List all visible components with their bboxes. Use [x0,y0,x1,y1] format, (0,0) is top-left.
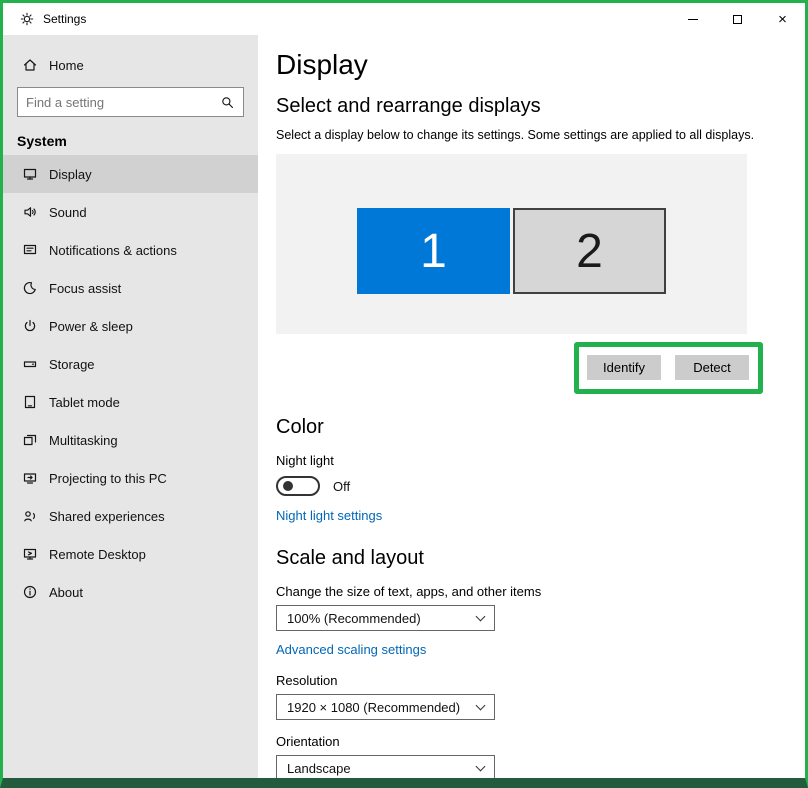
close-button[interactable]: × [760,3,805,35]
sidebar-item-label: Multitasking [49,432,118,448]
sidebar-item-projecting[interactable]: Projecting to this PC [3,459,258,497]
minimize-button[interactable] [670,3,715,35]
sidebar-item-shared-experiences[interactable]: Shared experiences [3,497,258,535]
resolution-dropdown-value: 1920 × 1080 (Recommended) [287,699,461,715]
search-input[interactable] [26,94,220,110]
monitor-1-number: 1 [420,224,447,278]
remote-desktop-icon [23,548,37,560]
close-icon: × [778,10,787,28]
title-bar: Settings × [3,3,805,35]
maximize-button[interactable] [715,3,760,35]
window-controls: × [670,3,805,35]
scale-label: Change the size of text, apps, and other… [276,584,542,599]
night-light-toggle[interactable] [276,476,320,496]
sidebar-item-tablet-mode[interactable]: Tablet mode [3,383,258,421]
sidebar-item-storage[interactable]: Storage [3,345,258,383]
sidebar-item-label: Home [49,57,84,73]
sidebar-item-label: Shared experiences [49,508,165,524]
sidebar-item-label: Remote Desktop [49,546,146,562]
main-content: Display Select and rearrange displays Se… [258,35,805,778]
sidebar-item-home[interactable]: Home [3,47,258,83]
sidebar-item-sound[interactable]: Sound [3,193,258,231]
identify-button[interactable]: Identify [587,355,661,380]
sidebar-item-label: Storage [49,356,95,372]
settings-gear-icon [20,12,34,26]
focus-assist-icon [23,281,36,295]
resolution-dropdown[interactable]: 1920 × 1080 (Recommended) [276,694,495,720]
sidebar-item-remote-desktop[interactable]: Remote Desktop [3,535,258,573]
sidebar-item-label: Focus assist [49,280,122,296]
night-light-label: Night light [276,453,334,468]
scale-section-heading: Scale and layout [276,547,424,569]
orientation-label: Orientation [276,734,340,749]
shared-experiences-icon [24,511,36,522]
chevron-down-icon [475,700,486,711]
multitasking-icon [23,434,37,446]
home-icon [23,59,37,71]
sidebar-nav: Display Sound Notifications & actions Fo… [3,155,258,611]
scale-dropdown[interactable]: 100% (Recommended) [276,605,495,631]
sidebar-item-label: Sound [49,204,87,220]
sidebar-item-display[interactable]: Display [3,155,258,193]
night-light-toggle-row: Off [276,476,805,496]
monitor-2[interactable]: 2 [513,208,666,294]
rearrange-description: Select a display below to change its set… [276,128,755,142]
display-icon [23,168,37,180]
tablet-mode-icon [24,395,36,409]
night-light-state: Off [333,478,351,494]
sidebar-item-label: Projecting to this PC [49,470,167,486]
monitor-1[interactable]: 1 [357,208,510,294]
sidebar-item-label: Power & sleep [49,318,133,334]
scale-dropdown-value: 100% (Recommended) [287,610,421,626]
settings-window: Settings × Home System [0,0,808,788]
power-icon [24,319,36,332]
sidebar-item-label: About [49,584,83,600]
projecting-icon [23,473,37,484]
advanced-scaling-link[interactable]: Advanced scaling settings [276,642,426,657]
sidebar-item-focus-assist[interactable]: Focus assist [3,269,258,307]
about-icon [23,585,37,599]
sidebar-item-label: Notifications & actions [49,242,177,258]
color-section-heading: Color [276,416,324,438]
page-title: Display [276,49,368,80]
sound-icon [24,207,36,217]
monitor-2-number: 2 [576,224,603,278]
chevron-down-icon [475,611,486,622]
maximize-icon [733,14,742,24]
sidebar-item-power-sleep[interactable]: Power & sleep [3,307,258,345]
minimize-icon [687,18,698,20]
night-light-settings-link[interactable]: Night light settings [276,508,382,523]
chevron-down-icon [475,761,486,772]
search-icon[interactable] [220,95,235,110]
search-box [17,87,244,117]
storage-icon [23,361,37,368]
identify-detect-row: Identify Detect [276,342,763,394]
green-highlight-annotation: Identify Detect [574,342,763,394]
sidebar-item-multitasking[interactable]: Multitasking [3,421,258,459]
orientation-dropdown[interactable]: Landscape [276,755,495,778]
sidebar-section-title: System [17,133,67,149]
sidebar: Home System Display [3,35,258,778]
sidebar-item-label: Display [49,166,92,182]
resolution-label: Resolution [276,673,338,688]
rearrange-heading: Select and rearrange displays [276,95,541,117]
orientation-dropdown-value: Landscape [287,760,351,776]
detect-button[interactable]: Detect [675,355,749,380]
sidebar-item-about[interactable]: About [3,573,258,611]
toggle-knob [283,481,293,491]
sidebar-item-notifications[interactable]: Notifications & actions [3,231,258,269]
sidebar-item-label: Tablet mode [49,394,120,410]
window-title: Settings [43,12,87,26]
notifications-icon [23,244,37,255]
display-preview-area: 1 2 [276,154,747,334]
